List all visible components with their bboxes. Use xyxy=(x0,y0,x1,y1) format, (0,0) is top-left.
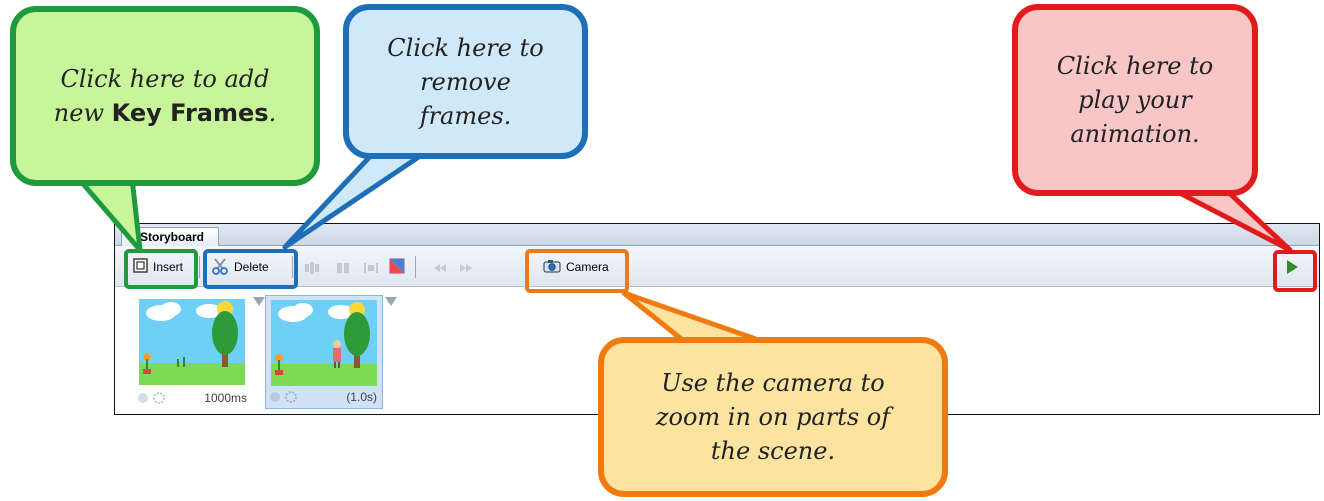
insert-callout: Click here to add new Key Frames. xyxy=(10,6,320,186)
delete-callout-text: Click here to remove frames. xyxy=(387,33,544,130)
delete-callout: Click here to remove frames. xyxy=(343,4,588,159)
camera-callout-text: Use the camera to zoom in on parts of th… xyxy=(655,369,891,465)
play-callout-text: Click here to play your animation. xyxy=(1056,52,1214,148)
insert-callout-end: . xyxy=(268,99,277,127)
camera-callout: Use the camera to zoom in on parts of th… xyxy=(598,337,948,497)
play-callout: Click here to play your animation. xyxy=(1012,4,1258,196)
insert-callout-bold: Key Frames xyxy=(111,99,269,127)
